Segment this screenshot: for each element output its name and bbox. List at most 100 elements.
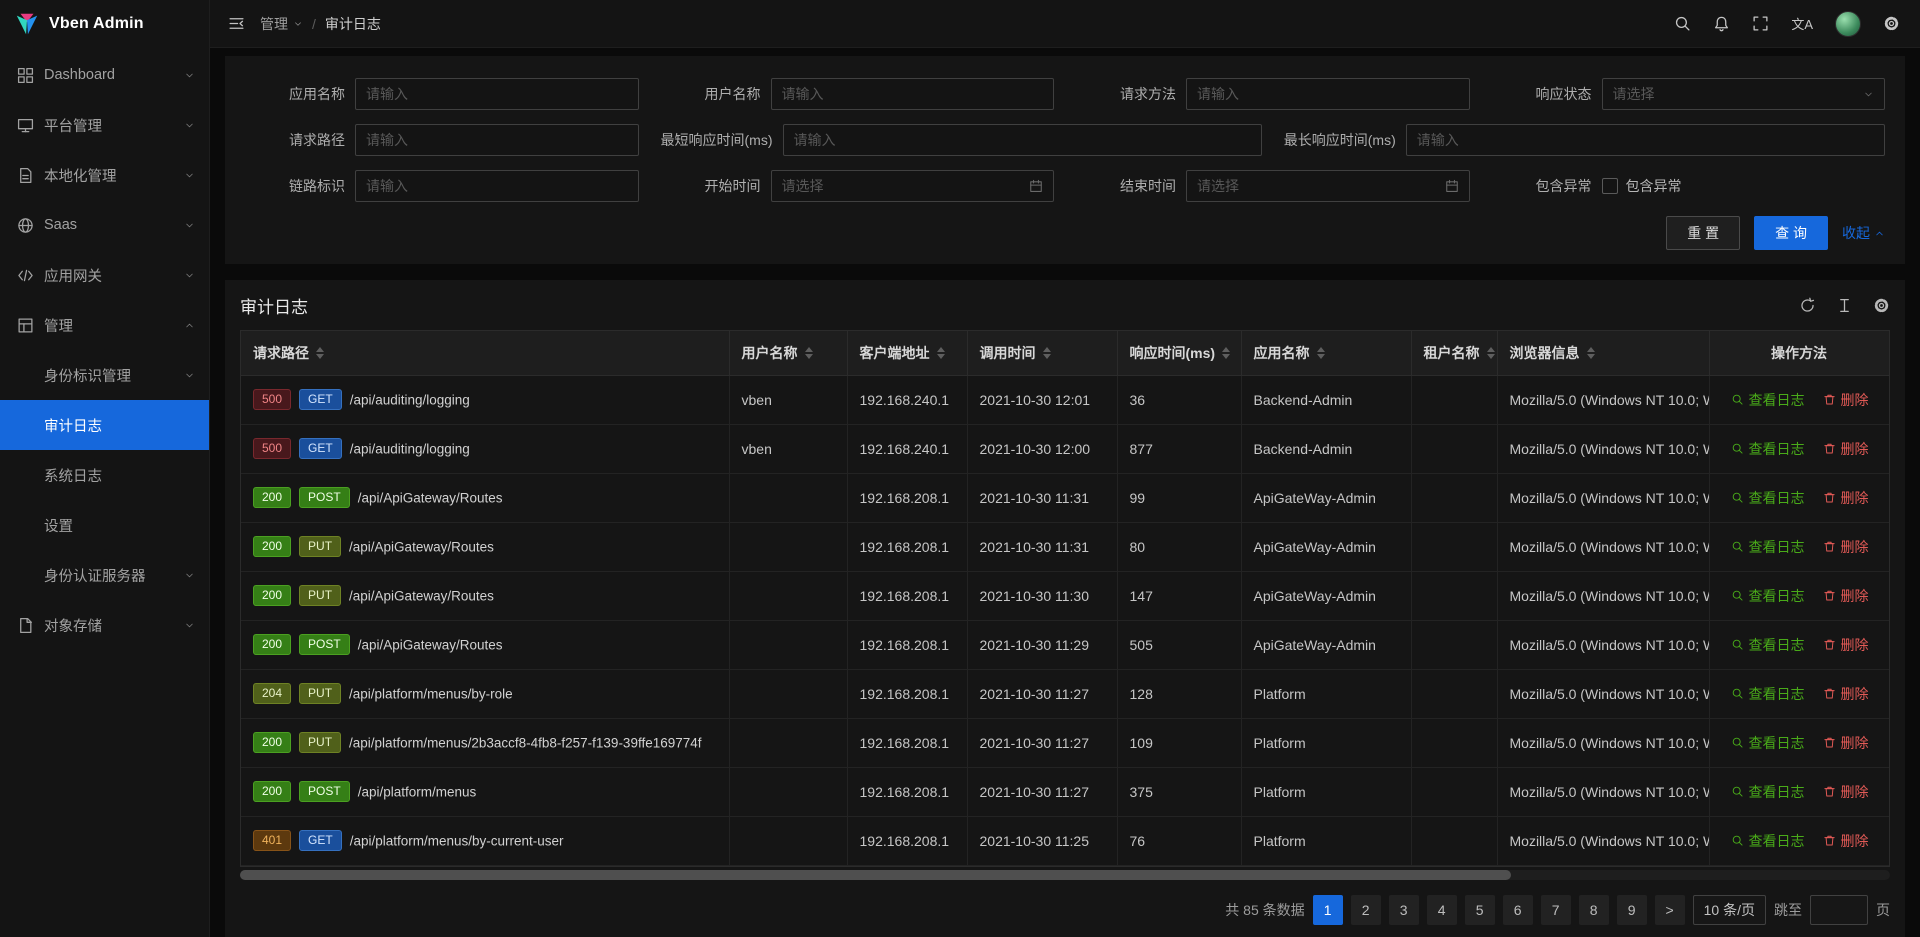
topbar: 管理 / 审计日志 文A (210, 0, 1920, 48)
horizontal-scrollbar[interactable] (240, 870, 1890, 880)
page-button-7[interactable]: 7 (1541, 895, 1571, 925)
bell-icon[interactable] (1713, 15, 1730, 32)
page-button-1[interactable]: 1 (1313, 895, 1343, 925)
view-log-button[interactable]: 查看日志 (1731, 635, 1805, 655)
view-log-icon (1731, 785, 1744, 798)
sidebar-item-dashboard[interactable]: Dashboard (0, 50, 209, 100)
sidebar-item-platform[interactable]: 平台管理 (0, 100, 209, 150)
next-page-button[interactable]: > (1655, 895, 1685, 925)
request-method-input[interactable] (1186, 78, 1470, 110)
column-header-request-path[interactable]: 请求路径 (241, 331, 729, 375)
settings-icon[interactable] (1873, 297, 1890, 314)
reset-button[interactable]: 重 置 (1666, 216, 1740, 250)
cell-actions: 查看日志删除 (1709, 718, 1889, 767)
fullscreen-icon[interactable] (1752, 15, 1769, 32)
column-header-browser-info[interactable]: 浏览器信息 (1497, 331, 1709, 375)
cell-browser-info: Mozilla/5.0 (Windows NT 10.0; Win (1497, 375, 1709, 424)
view-log-icon (1731, 736, 1744, 749)
page-button-6[interactable]: 6 (1503, 895, 1533, 925)
menu-fold-button[interactable] (216, 0, 256, 48)
table-row: 500GET/api/auditing/loggingvben192.168.2… (241, 424, 1889, 473)
sidebar-item-auth-server[interactable]: 身份认证服务器 (0, 550, 209, 600)
column-header-elapsed-ms[interactable]: 响应时间(ms) (1117, 331, 1241, 375)
delete-button[interactable]: 删除 (1823, 831, 1869, 851)
start-time-date-picker[interactable]: 请选择 (771, 170, 1055, 202)
logo[interactable]: Vben Admin (0, 0, 209, 48)
delete-button[interactable]: 删除 (1823, 635, 1869, 655)
view-log-button[interactable]: 查看日志 (1731, 390, 1805, 410)
delete-button[interactable]: 删除 (1823, 782, 1869, 802)
cell-tenant-name (1411, 424, 1497, 473)
print-icon[interactable] (1836, 297, 1853, 314)
sidebar-item-system-log[interactable]: 系统日志 (0, 450, 209, 500)
delete-button[interactable]: 删除 (1823, 684, 1869, 704)
avatar[interactable] (1835, 11, 1861, 37)
page-button-8[interactable]: 8 (1579, 895, 1609, 925)
app-name-input[interactable] (355, 78, 639, 110)
view-log-button[interactable]: 查看日志 (1731, 439, 1805, 459)
delete-button[interactable]: 删除 (1823, 488, 1869, 508)
sidebar-item-label: Saas (44, 217, 184, 233)
max-elapsed-input[interactable] (1406, 124, 1885, 156)
page-button-2[interactable]: 2 (1351, 895, 1381, 925)
page-button-9[interactable]: 9 (1617, 895, 1647, 925)
trace-id-input[interactable] (355, 170, 639, 202)
page-button-4[interactable]: 4 (1427, 895, 1457, 925)
delete-button[interactable]: 删除 (1823, 537, 1869, 557)
view-log-icon (1731, 834, 1744, 847)
jump-unit: 页 (1876, 900, 1890, 920)
cell-client-address: 192.168.208.1 (847, 620, 967, 669)
form-field-end-time: 结束时间请选择 (1076, 170, 1470, 202)
sidebar-item-localization[interactable]: 本地化管理 (0, 150, 209, 200)
delete-button[interactable]: 删除 (1823, 733, 1869, 753)
form-field-start-time: 开始时间请选择 (661, 170, 1055, 202)
view-log-button[interactable]: 查看日志 (1731, 831, 1805, 851)
refresh-icon[interactable] (1799, 297, 1816, 314)
request-path-input[interactable] (355, 124, 639, 156)
sidebar-item-label: 身份认证服务器 (44, 565, 184, 586)
sidebar-item-identity[interactable]: 身份标识管理 (0, 350, 209, 400)
page-size-select[interactable]: 10 条/页 (1693, 895, 1766, 925)
view-log-button[interactable]: 查看日志 (1731, 782, 1805, 802)
delete-button[interactable]: 删除 (1823, 586, 1869, 606)
cell-client-address: 192.168.240.1 (847, 424, 967, 473)
cell-user-name: vben (729, 424, 847, 473)
sidebar-item-saas[interactable]: Saas (0, 200, 209, 250)
view-log-button[interactable]: 查看日志 (1731, 537, 1805, 557)
sidebar-item-gateway[interactable]: 应用网关 (0, 250, 209, 300)
view-log-button[interactable]: 查看日志 (1731, 733, 1805, 753)
card-header: 审计日志 (240, 280, 1890, 330)
user-name-input[interactable] (771, 78, 1055, 110)
column-header-tenant-name[interactable]: 租户名称 (1411, 331, 1497, 375)
sidebar-item-audit-log[interactable]: 审计日志 (0, 400, 209, 450)
view-log-button[interactable]: 查看日志 (1731, 488, 1805, 508)
cell-tenant-name (1411, 473, 1497, 522)
view-log-button[interactable]: 查看日志 (1731, 586, 1805, 606)
sidebar-item-settings[interactable]: 设置 (0, 500, 209, 550)
delete-icon (1823, 785, 1836, 798)
query-button[interactable]: 查 询 (1754, 216, 1828, 250)
delete-button[interactable]: 删除 (1823, 390, 1869, 410)
has-exception-checkbox[interactable] (1602, 178, 1618, 194)
jump-page-input[interactable] (1810, 895, 1868, 925)
page-button-3[interactable]: 3 (1389, 895, 1419, 925)
column-header-user-name[interactable]: 用户名称 (729, 331, 847, 375)
column-header-client-address[interactable]: 客户端地址 (847, 331, 967, 375)
collapse-link[interactable]: 收起 (1842, 223, 1885, 243)
column-header-call-time[interactable]: 调用时间 (967, 331, 1117, 375)
translate-icon[interactable]: 文A (1791, 14, 1813, 33)
sidebar-item-object-storage[interactable]: 对象存储 (0, 600, 209, 650)
scrollbar-thumb[interactable] (240, 870, 1511, 880)
page-button-5[interactable]: 5 (1465, 895, 1495, 925)
column-header-app-name[interactable]: 应用名称 (1241, 331, 1411, 375)
cell-client-address: 192.168.208.1 (847, 816, 967, 865)
search-icon[interactable] (1674, 15, 1691, 32)
delete-button[interactable]: 删除 (1823, 439, 1869, 459)
response-status-select[interactable]: 请选择 (1602, 78, 1886, 110)
min-elapsed-input[interactable] (783, 124, 1262, 156)
view-log-button[interactable]: 查看日志 (1731, 684, 1805, 704)
end-time-date-picker[interactable]: 请选择 (1186, 170, 1470, 202)
breadcrumb-root[interactable]: 管理 (260, 14, 303, 34)
settings-icon[interactable] (1883, 15, 1900, 32)
sidebar-item-management[interactable]: 管理 (0, 300, 209, 350)
